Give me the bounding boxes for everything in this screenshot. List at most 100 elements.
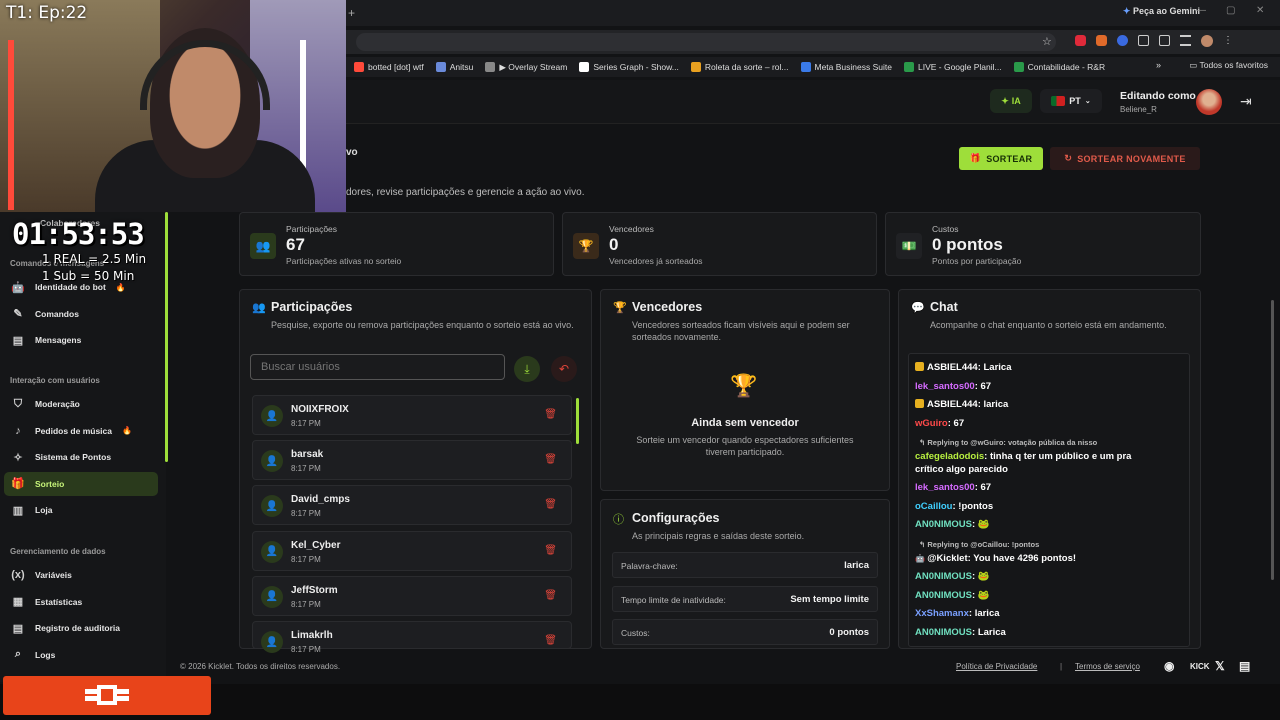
maximize-icon[interactable]: ▢: [1226, 5, 1235, 16]
sidebar-item[interactable]: ▤ Mensagens: [4, 328, 158, 352]
chat-username[interactable]: wGuiro: [915, 418, 948, 429]
extension-icon[interactable]: [1117, 35, 1128, 46]
users-icon: 👥: [250, 233, 276, 259]
avatar[interactable]: [1196, 89, 1222, 115]
extension-icon[interactable]: [1138, 35, 1149, 46]
chat-text: !pontos: [958, 500, 994, 512]
bookmark-item[interactable]: Anitsu: [435, 62, 473, 73]
sidebar-scrollbar[interactable]: [165, 212, 168, 462]
user-icon: 👤: [261, 450, 283, 473]
trash-icon[interactable]: 🗑: [544, 635, 557, 646]
chat-text: You have 4296 pontos!: [973, 552, 1077, 564]
config-row: Tempo limite de inatividade: Sem tempo li…: [612, 585, 878, 612]
page-title: vo: [346, 147, 358, 158]
chat-username[interactable]: AN0NIMOUS: [915, 519, 972, 530]
sidebar-item[interactable]: ▥ Loja: [4, 498, 158, 522]
bookmark-label: botted [dot] wtf: [368, 61, 424, 72]
language-select[interactable]: PT ⌄: [1040, 89, 1102, 113]
bookmark-item[interactable]: LIVE - Google Planil...: [903, 62, 1002, 73]
sidebar-item[interactable]: ⛉ Moderação: [4, 392, 158, 416]
config-key: Custos:: [621, 628, 650, 638]
document-icon[interactable]: ▤: [1239, 659, 1250, 673]
bookmark-favicon-icon: [435, 62, 446, 73]
all-bookmarks-folder[interactable]: ▭ Todos os favoritos: [1189, 60, 1268, 71]
sidebar-item[interactable]: ▦ Estatísticas: [4, 590, 158, 614]
discord-icon[interactable]: ◉: [1164, 659, 1174, 673]
sidebar-item[interactable]: ♪ Pedidos de música 🔥: [4, 419, 158, 443]
bookmarks-overflow-icon[interactable]: »: [1156, 60, 1161, 70]
sidebar-item-icon: ⌕: [14, 648, 22, 661]
sidebar-item[interactable]: (x) Variáveis: [4, 563, 158, 587]
trash-icon[interactable]: 🗑: [544, 499, 557, 510]
media-icon[interactable]: [1180, 35, 1191, 46]
bookmark-label: Meta Business Suite: [814, 61, 892, 72]
sidebar-item[interactable]: ⌕ Logs: [4, 643, 158, 667]
chat-username[interactable]: lek_santos00: [915, 381, 975, 392]
participant-row: 👤 Kel_Cyber 8:17 PM 🗑: [252, 530, 572, 571]
ai-button[interactable]: ✦ IA: [990, 89, 1032, 113]
sidebar-item-label: Pedidos de música: [35, 425, 112, 436]
address-bar[interactable]: [356, 33, 1056, 51]
bookmark-item[interactable]: Contabilidade - R&R: [1013, 62, 1105, 73]
chat-username[interactable]: AN0NIMOUS: [915, 627, 972, 638]
terms-link[interactable]: Termos de serviço: [1075, 662, 1140, 671]
gemini-button[interactable]: ✦ Peça ao Gemini: [1123, 6, 1200, 17]
x-icon[interactable]: 𝕏: [1215, 659, 1225, 673]
extension-icon[interactable]: [1075, 35, 1086, 46]
bookmark-label: Roleta da sorte – rol...: [704, 61, 789, 72]
star-icon[interactable]: ☆: [1042, 35, 1052, 48]
download-button[interactable]: ⤓: [514, 356, 540, 382]
bookmark-item[interactable]: Meta Business Suite: [800, 61, 892, 73]
sidebar-item-icon: ✎: [13, 308, 23, 321]
trash-icon[interactable]: 🗑: [544, 590, 557, 601]
privacy-link[interactable]: Política de Privacidade: [956, 662, 1037, 671]
sidebar-item[interactable]: ▤ Registro de auditoria: [4, 616, 158, 640]
chat-feed[interactable]: ASBIEL444: Larica lek_santos00: 67 ASBIEL4…: [908, 353, 1190, 647]
current-user: Beliene_R: [1120, 105, 1157, 114]
bookmark-item[interactable]: Roleta da sorte – rol...: [690, 61, 789, 73]
chat-username[interactable]: ASBIEL444: [927, 362, 978, 373]
search-input[interactable]: [250, 354, 505, 380]
logout-icon[interactable]: ⇥: [1240, 93, 1252, 110]
sidebar-item-label: Registro de auditoria: [35, 623, 121, 634]
bookmark-item[interactable]: botted [dot] wtf: [354, 62, 424, 73]
user-icon: 👤: [261, 540, 283, 563]
undo-button[interactable]: ↶: [551, 356, 577, 382]
participant-name: NOIIXFROIX: [291, 404, 349, 415]
trash-icon[interactable]: 🗑: [544, 409, 557, 420]
extension-icon[interactable]: [1096, 35, 1107, 46]
trash-icon[interactable]: 🗑: [544, 545, 557, 556]
participants-description: Pesquise, exporte ou remova participaçõe…: [271, 320, 574, 330]
minimize-icon[interactable]: —: [1196, 5, 1206, 16]
kick-icon[interactable]: KICK: [1190, 662, 1210, 671]
sidebar-item[interactable]: 🎁 Sorteio: [4, 471, 158, 496]
trash-icon[interactable]: 🗑: [544, 454, 557, 465]
chat-username[interactable]: oCaillou: [915, 501, 952, 512]
puzzle-icon[interactable]: [1159, 35, 1170, 46]
profile-avatar-icon[interactable]: [1201, 35, 1213, 47]
sidebar-item[interactable]: ✧ Sistema de Pontos: [4, 445, 158, 469]
sidebar-item[interactable]: ✎ Comandos: [4, 302, 158, 326]
chat-username[interactable]: AN0NIMOUS: [915, 571, 972, 582]
chat-username[interactable]: cafegeladodois: [915, 451, 984, 462]
subathon-timer: 01:53:53: [12, 217, 145, 251]
draw-button[interactable]: 🎁 SORTEAR: [959, 147, 1043, 170]
kebab-menu-icon[interactable]: ⋮: [1223, 35, 1233, 47]
bookmark-favicon-icon: [354, 62, 364, 73]
chat-username[interactable]: @Kicklet: [927, 553, 967, 564]
new-tab-icon[interactable]: +: [348, 6, 355, 20]
chat-username[interactable]: AN0NIMOUS: [915, 590, 972, 601]
redraw-button[interactable]: ↻ SORTEAR NOVAMENTE: [1050, 147, 1200, 170]
chat-message: lek_santos00: 67: [915, 381, 991, 392]
chat-message: 🤖 @Kicklet: You have 4296 pontos!: [915, 553, 1076, 564]
chat-username[interactable]: XxShamanx: [915, 608, 969, 619]
chat-text: 🐸: [977, 589, 990, 601]
bookmark-item[interactable]: Series Graph - Show...: [579, 62, 679, 73]
bookmark-item[interactable]: ▶ Overlay Stream: [485, 62, 567, 73]
participants-scrollbar[interactable]: [576, 398, 579, 444]
close-window-icon[interactable]: ✕: [1256, 5, 1264, 16]
chat-username[interactable]: lek_santos00: [915, 482, 975, 493]
participant-row: 👤 barsak 8:17 PM 🗑: [252, 440, 572, 481]
page-scrollbar[interactable]: [1271, 300, 1274, 580]
chat-username[interactable]: ASBIEL444: [927, 399, 978, 410]
